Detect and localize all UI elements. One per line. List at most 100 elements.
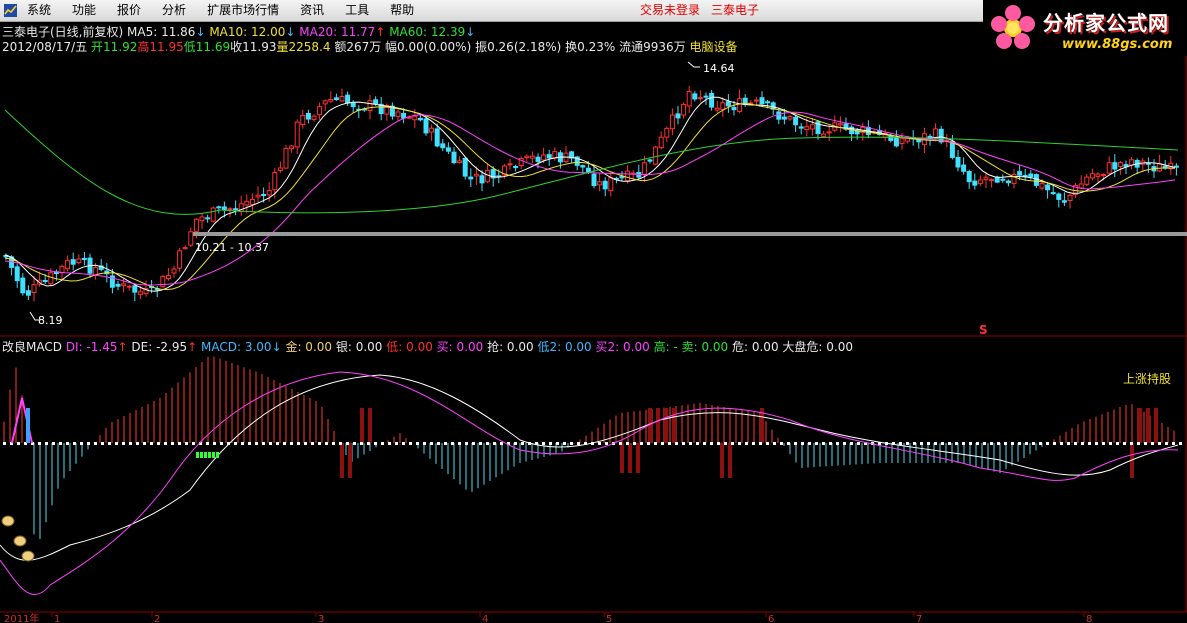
zero-dot (1165, 442, 1168, 445)
candle-body (966, 171, 972, 183)
candle-body (1017, 171, 1023, 176)
candle-body (177, 250, 183, 269)
zero-dot (521, 442, 524, 445)
zero-dot (619, 442, 622, 445)
macd-de-line (0, 374, 1179, 561)
zero-dot (948, 442, 951, 445)
zero-dot (605, 442, 608, 445)
axis-month-1: 1 (54, 614, 60, 623)
candle-body (305, 112, 311, 120)
trend-status: 上涨持股 (1123, 372, 1172, 386)
axis-month-4: 4 (482, 614, 488, 623)
zero-dot (1144, 442, 1147, 445)
zero-dot (549, 442, 552, 445)
macd-title: 改良MACD (2, 340, 62, 354)
macd-strong-bar (368, 408, 372, 443)
zero-dot (192, 442, 195, 445)
zero-dot (703, 442, 706, 445)
candle-body (339, 95, 345, 102)
macd-strong-bar (628, 443, 632, 473)
candle-body (837, 123, 843, 126)
gray-band (193, 232, 1187, 236)
candle-body (333, 97, 339, 101)
candle-body (255, 194, 261, 198)
zero-dot (920, 442, 923, 445)
zero-dot (374, 442, 377, 445)
candle-body (473, 173, 479, 177)
candle-body (933, 128, 939, 139)
zero-dot (304, 442, 307, 445)
macd-strong-bar (1154, 408, 1158, 443)
candle-body (434, 128, 440, 147)
candle-body (417, 117, 423, 121)
zero-dot (626, 442, 629, 445)
zero-dot (514, 442, 517, 445)
zero-dot (1039, 442, 1042, 445)
candle-body (686, 91, 692, 107)
up-arrow-icon: ↑ (117, 340, 128, 354)
candle-body (737, 98, 743, 112)
zero-dot (395, 442, 398, 445)
candle-body (602, 180, 608, 190)
candle-body (720, 102, 726, 110)
macd-strong-bar (656, 408, 660, 443)
zero-dot (1046, 442, 1049, 445)
buy-marker (212, 452, 215, 458)
zero-dot (311, 442, 314, 445)
buy-marker (208, 452, 211, 458)
zero-dot (1018, 442, 1021, 445)
zero-dot (640, 442, 643, 445)
macd-strong-bar (672, 408, 676, 443)
candle-body (277, 167, 283, 171)
candle-body (1117, 162, 1123, 167)
zero-dot (1109, 442, 1112, 445)
candle-body (165, 275, 171, 280)
axis-month-3: 3 (318, 614, 324, 623)
macd-strong-bar (636, 443, 640, 473)
zero-dot (633, 442, 636, 445)
candle-body (283, 147, 289, 169)
macd-buy2: 买2: 0.00 (595, 340, 650, 354)
zero-dot (444, 442, 447, 445)
zero-dot (332, 442, 335, 445)
zero-dot (157, 442, 160, 445)
buy-marker (200, 452, 203, 458)
zero-dot (815, 442, 818, 445)
zero-dot (108, 442, 111, 445)
zero-dot (255, 442, 258, 445)
macd-strong-bar (720, 443, 724, 478)
axis-month-7: 7 (916, 614, 922, 623)
zero-dot (661, 442, 664, 445)
zero-dot (45, 442, 48, 445)
chart-frames (0, 56, 1187, 613)
candle-body (1022, 174, 1028, 177)
money-bag-icon (1, 515, 15, 527)
zero-dot (724, 442, 727, 445)
axis-month-2: 2 (154, 614, 160, 623)
zero-dot (94, 442, 97, 445)
zero-dot (1032, 442, 1035, 445)
candle-body (423, 118, 429, 134)
zero-dot (486, 442, 489, 445)
macd-jin: 金: 0.00 (285, 340, 333, 354)
candle-body (1078, 183, 1084, 189)
candle-body (48, 272, 54, 285)
candle-body (552, 151, 558, 159)
candle-body (647, 159, 653, 162)
candle-body (893, 137, 899, 147)
candle-body (221, 206, 227, 210)
candle-body (266, 189, 272, 196)
candle-body (826, 131, 832, 134)
zero-dot (500, 442, 503, 445)
zero-dot (752, 442, 755, 445)
candle-body (793, 116, 799, 126)
candle-body (1045, 184, 1051, 191)
candle-body (14, 266, 20, 282)
macd-strong-bar (664, 408, 668, 443)
zero-dot (1137, 442, 1140, 445)
macd-low: 低: 0.00 (386, 340, 433, 354)
candle-body (899, 138, 905, 145)
candle-body (1011, 173, 1017, 184)
price-chart[interactable]: 14.64 10.21 - 10.37 8.19 S 2011年 1 2 3 4 5 6 7 8 (0, 0, 1187, 623)
candle-body (115, 283, 121, 287)
